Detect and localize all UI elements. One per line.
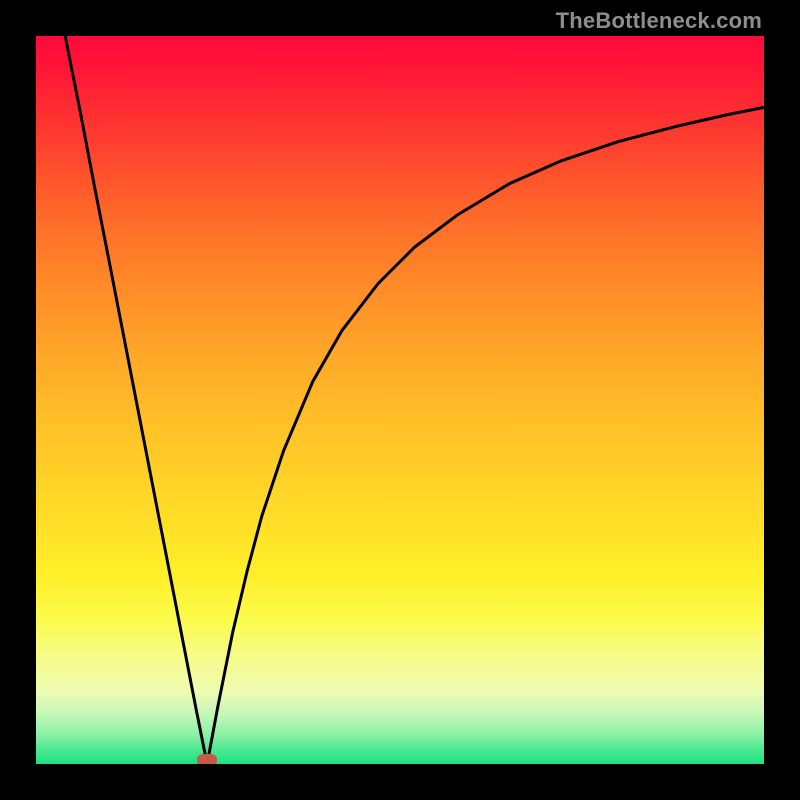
optimum-marker bbox=[197, 754, 217, 764]
chart-frame: TheBottleneck.com bbox=[0, 0, 800, 800]
plot-area bbox=[36, 36, 764, 764]
curve-svg bbox=[36, 36, 764, 764]
watermark-text: TheBottleneck.com bbox=[556, 8, 762, 34]
bottleneck-curve bbox=[65, 36, 764, 764]
